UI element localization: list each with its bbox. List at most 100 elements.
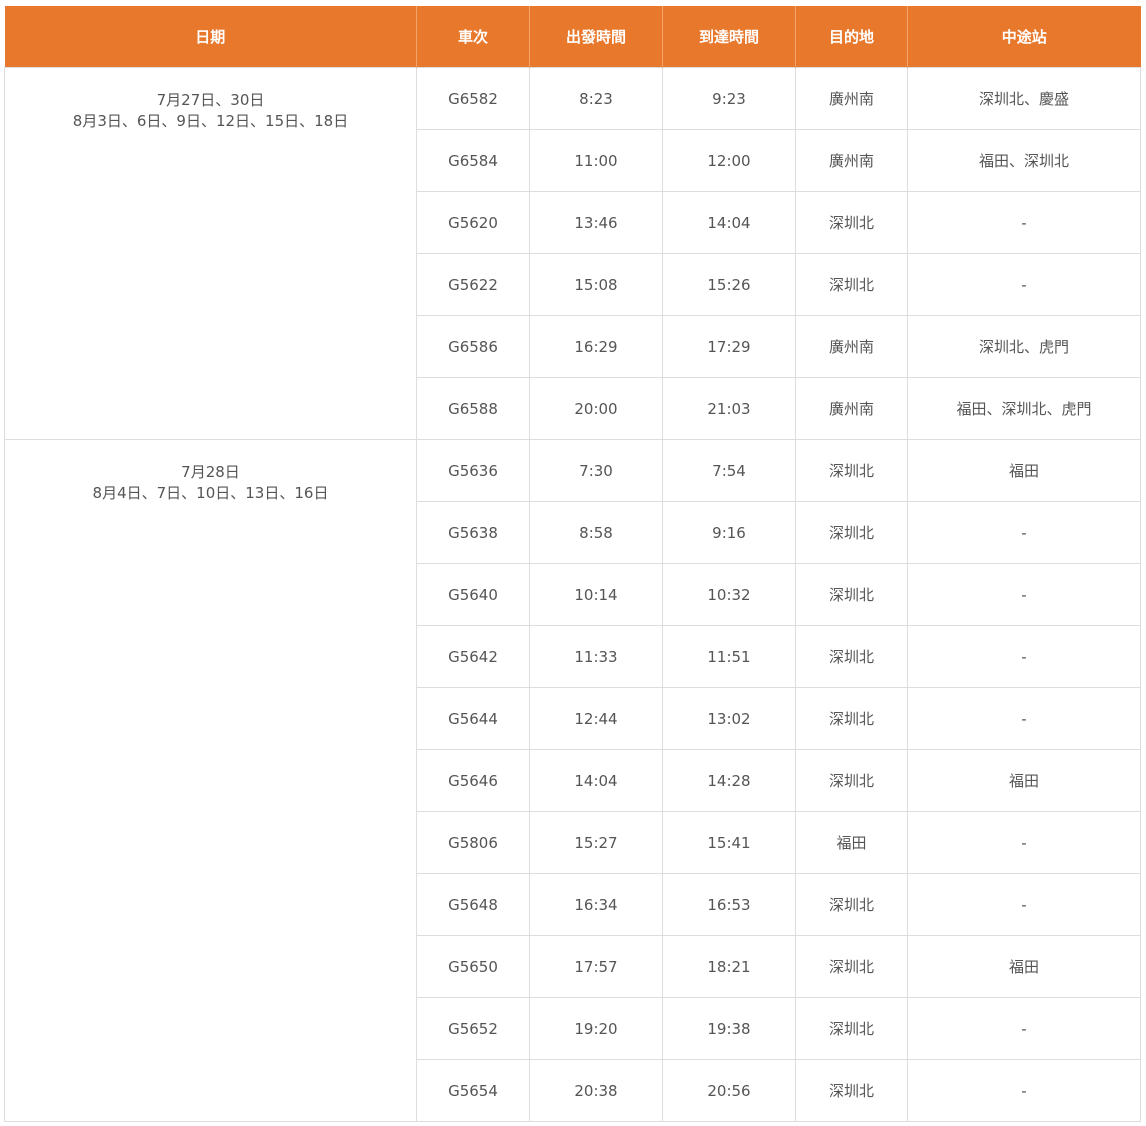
via-stations-cell: - [907,625,1141,688]
destination-cell: 深圳北 [795,625,908,688]
via-stations-cell: - [907,501,1141,564]
header-arrival: 到達時間 [662,6,796,68]
destination-cell: 廣州南 [795,315,908,378]
departure-time-cell: 20:00 [529,377,663,440]
destination-cell: 深圳北 [795,873,908,936]
train-number-cell: G5622 [416,253,530,316]
via-stations-cell: 福田、深圳北 [907,129,1141,192]
train-number-cell: G5642 [416,625,530,688]
via-stations-cell: 福田 [907,935,1141,998]
departure-time-cell: 19:20 [529,997,663,1060]
train-number-cell: G5652 [416,997,530,1060]
arrival-time-cell: 13:02 [662,687,796,750]
arrival-time-cell: 10:32 [662,563,796,626]
destination-cell: 廣州南 [795,67,908,130]
train-number-cell: G5638 [416,501,530,564]
table-header: 日期 車次 出發時間 到達時間 目的地 中途站 [4,6,1141,68]
departure-time-cell: 16:29 [529,315,663,378]
arrival-time-cell: 16:53 [662,873,796,936]
via-stations-cell: - [907,1059,1141,1122]
train-number-cell: G5646 [416,749,530,812]
departure-time-cell: 15:27 [529,811,663,874]
departure-time-cell: 11:33 [529,625,663,688]
train-number-cell: G6588 [416,377,530,440]
date-cell: 7月27日、30日 8月3日、6日、9日、12日、15日、18日 [4,67,417,440]
table-row: 7月28日 8月4日、7日、10日、13日、16日 G5636 7:30 7:54 深圳北… [4,439,1141,1122]
header-date: 日期 [4,6,417,68]
train-number-cell: G5648 [416,873,530,936]
train-number-cell: G6584 [416,129,530,192]
destination-cell: 深圳北 [795,1059,908,1122]
table-row: 7月27日、30日 8月3日、6日、9日、12日、15日、18日 G6582 8:23… [4,67,1141,440]
departure-time-cell: 16:34 [529,873,663,936]
destination-cell: 福田 [795,811,908,874]
via-stations-cell: - [907,191,1141,254]
via-stations-cell: 深圳北、慶盛 [907,67,1141,130]
departure-time-cell: 12:44 [529,687,663,750]
via-stations-cell: - [907,253,1141,316]
destination-cell: 深圳北 [795,563,908,626]
train-number-cell: G5636 [416,439,530,502]
arrival-time-cell: 15:41 [662,811,796,874]
destination-cell: 廣州南 [795,129,908,192]
destination-cell: 深圳北 [795,935,908,998]
train-number-cell: G6586 [416,315,530,378]
arrival-time-cell: 20:56 [662,1059,796,1122]
train-number-cell: G5640 [416,563,530,626]
table-body: 7月27日、30日 8月3日、6日、9日、12日、15日、18日 G6582 8:23… [4,67,1141,1122]
destination-cell: 廣州南 [795,377,908,440]
date-text: 8月4日、7日、10日、13日、16日 [92,484,329,502]
header-train: 車次 [416,6,530,68]
header-row: 日期 車次 出發時間 到達時間 目的地 中途站 [4,6,1141,68]
destination-cell: 深圳北 [795,687,908,750]
via-stations-cell: 福田、深圳北、虎門 [907,377,1141,440]
arrival-time-cell: 14:28 [662,749,796,812]
departure-time-cell: 17:57 [529,935,663,998]
arrival-time-cell: 9:16 [662,501,796,564]
arrival-time-cell: 11:51 [662,625,796,688]
train-number-cell: G5650 [416,935,530,998]
departure-time-cell: 15:08 [529,253,663,316]
header-via: 中途站 [907,6,1141,68]
via-stations-cell: 深圳北、虎門 [907,315,1141,378]
departure-time-cell: 7:30 [529,439,663,502]
arrival-time-cell: 21:03 [662,377,796,440]
via-stations-cell: - [907,873,1141,936]
schedule-table-container: 日期 車次 出發時間 到達時間 目的地 中途站 7月27日、30日 8月3日、6日… [4,6,1141,1122]
via-stations-cell: - [907,563,1141,626]
destination-cell: 深圳北 [795,501,908,564]
via-stations-cell: - [907,997,1141,1060]
departure-time-cell: 8:23 [529,67,663,130]
via-stations-cell: 福田 [907,439,1141,502]
via-stations-cell: 福田 [907,749,1141,812]
header-destination: 目的地 [795,6,908,68]
destination-cell: 深圳北 [795,253,908,316]
train-schedule-table: 日期 車次 出發時間 到達時間 目的地 中途站 7月27日、30日 8月3日、6日… [4,6,1141,1122]
departure-time-cell: 10:14 [529,563,663,626]
arrival-time-cell: 9:23 [662,67,796,130]
arrival-time-cell: 17:29 [662,315,796,378]
date-text: 7月27日、30日 [156,91,265,109]
departure-time-cell: 13:46 [529,191,663,254]
arrival-time-cell: 14:04 [662,191,796,254]
destination-cell: 深圳北 [795,439,908,502]
arrival-time-cell: 7:54 [662,439,796,502]
destination-cell: 深圳北 [795,997,908,1060]
date-text: 7月28日 [181,463,240,481]
arrival-time-cell: 19:38 [662,997,796,1060]
destination-cell: 深圳北 [795,749,908,812]
train-number-cell: G5620 [416,191,530,254]
departure-time-cell: 11:00 [529,129,663,192]
date-text: 8月3日、6日、9日、12日、15日、18日 [72,112,349,130]
destination-cell: 深圳北 [795,191,908,254]
departure-time-cell: 20:38 [529,1059,663,1122]
date-cell: 7月28日 8月4日、7日、10日、13日、16日 [4,439,417,1122]
arrival-time-cell: 15:26 [662,253,796,316]
train-number-cell: G5644 [416,687,530,750]
arrival-time-cell: 18:21 [662,935,796,998]
header-departure: 出發時間 [529,6,663,68]
train-number-cell: G5806 [416,811,530,874]
arrival-time-cell: 12:00 [662,129,796,192]
departure-time-cell: 14:04 [529,749,663,812]
via-stations-cell: - [907,687,1141,750]
